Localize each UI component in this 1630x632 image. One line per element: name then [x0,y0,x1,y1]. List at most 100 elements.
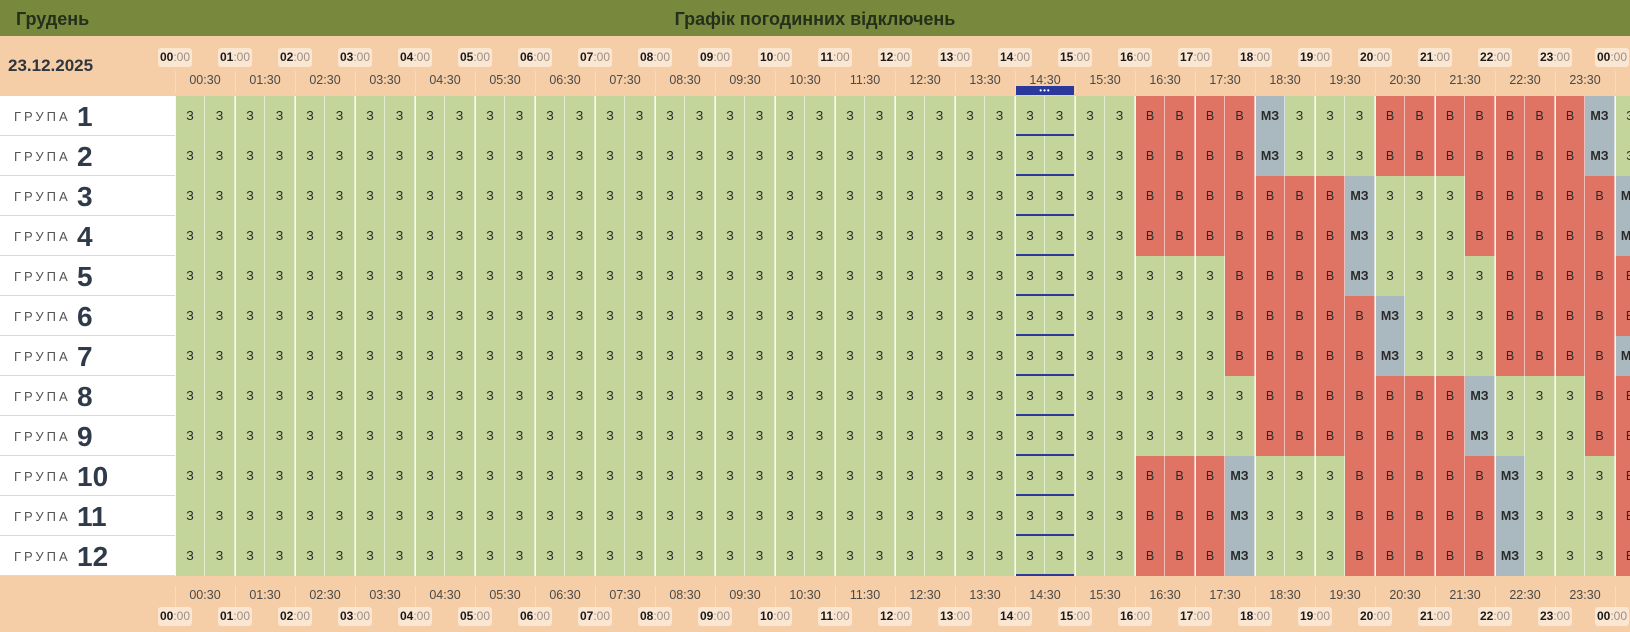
slot-cell-off: В [1375,456,1405,496]
slot-cell-on: З [775,136,805,176]
group-word: ГРУПА [14,469,71,484]
slot-cell-on: З [805,216,835,256]
slot-cell-on: З [235,336,265,376]
slot-cell-on: З [595,296,625,336]
slot-cell-on: З [895,496,925,536]
bottom-halfhour-label: 23:30 [1569,588,1601,602]
slot-cell-off: В [1135,176,1165,216]
slot-cell-on: З [1405,296,1435,336]
slot-cell-on: З [745,296,775,336]
group-row: ГРУПА 12 З З З З З З З З З З З З З З З З З З З З З З З З З З З З З З З З В… [0,536,1630,576]
slot-cell-on: З [205,256,235,296]
slot-cell-off: В [1525,336,1555,376]
slot-cell-on: З [895,216,925,256]
current-time-marker [1016,494,1074,496]
slot-cell-on: З [925,176,955,216]
slot-cell-on: З [1165,336,1195,376]
slot-cell-off: В [1135,96,1165,136]
slot-cell-on: З [1345,136,1375,176]
slot-cell-on: З [1525,456,1555,496]
group-word: ГРУПА [14,549,71,564]
slot-cell-on: З [205,336,235,376]
slot-cell-on: З [355,216,385,256]
slot-cell-on: З [925,536,955,576]
slot-cell-on: З [1105,376,1135,416]
slot-cell-on: З [505,256,535,296]
top-hour-label: 21:00 [1418,48,1452,67]
slot-cell-on: З [955,336,985,376]
slot-cell-on: З [775,336,805,376]
slot-cell-on: З [1075,136,1105,176]
slot-cell-on: З [535,176,565,216]
slot-cell-on: З [175,176,205,216]
slot-cell-off: В [1405,136,1435,176]
slot-cell-on: З [175,496,205,536]
slot-cell-on: З [1015,496,1045,536]
scale-divider [1555,586,1556,608]
slot-cell-off: В [1165,216,1195,256]
top-hour-label: 03:00 [338,48,372,67]
top-hour-label: 15:00 [1058,48,1092,67]
slot-cell-on: З [295,496,325,536]
slot-cell-off: В [1615,296,1630,336]
slot-cell-on: З [1015,296,1045,336]
slot-cell-on: З [1015,456,1045,496]
slot-cell-on: З [295,416,325,456]
slot-cell-on: З [295,176,325,216]
slot-cell-on: З [835,216,865,256]
slot-cell-on: З [415,496,445,536]
slot-cell-on: З [1075,456,1105,496]
slot-cell-off: В [1435,496,1465,536]
slot-cell-on: З [355,136,385,176]
slot-cell-on: З [1555,496,1585,536]
slot-cell-on: З [595,336,625,376]
scale-divider [1255,586,1256,608]
group-label: ГРУПА 4 [0,216,175,256]
slot-cell-on: З [415,216,445,256]
top-hour-label: 08:00 [638,48,672,67]
slot-cell-on: З [205,96,235,136]
slot-cell-off: В [1195,536,1225,576]
slot-cell-off: В [1495,96,1525,136]
slot-cell-on: З [745,136,775,176]
slot-cell-on: З [1225,416,1255,456]
slot-cell-on: З [835,416,865,456]
slot-cell-on: З [1075,416,1105,456]
slot-cell-on: З [1465,256,1495,296]
slot-cell-on: З [475,336,505,376]
slot-cell-on: З [985,296,1015,336]
slot-cell-on: З [955,216,985,256]
slot-cell-on: З [535,536,565,576]
slot-cell-on: З [235,96,265,136]
slot-cell-on: З [715,216,745,256]
slot-cell-on: З [1045,336,1075,376]
slot-cell-on: З [1075,96,1105,136]
slot-cell-on: З [1285,496,1315,536]
slot-cell-on: З [1465,296,1495,336]
slot-cell-on: З [685,296,715,336]
slot-cell-on: З [1015,256,1045,296]
slot-cell-on: З [235,136,265,176]
bottom-halfhour-label: 01:30 [249,588,281,602]
slot-cell-off: В [1525,296,1555,336]
group-number: 6 [77,301,93,332]
slot-cell-on: З [1105,496,1135,536]
scale-divider [1555,71,1556,93]
slot-cell-on: З [685,256,715,296]
slot-cell-on: З [1495,376,1525,416]
slot-cell-maybe: МЗ [1465,416,1495,456]
slot-cell-on: З [925,96,955,136]
slot-cell-on: З [415,376,445,416]
slot-cell-off: В [1375,496,1405,536]
scale-divider [835,586,836,608]
slot-cell-on: З [925,216,955,256]
slot-cell-on: З [385,456,415,496]
top-halfhour-label: 02:30 [309,73,341,87]
slot-cell-on: З [235,296,265,336]
slot-cell-on: З [205,216,235,256]
slot-cell-on: З [685,216,715,256]
group-label: ГРУПА 5 [0,256,175,296]
slot-cell-on: З [1555,536,1585,576]
slot-cell-on: З [1495,416,1525,456]
slot-cell-on: З [1405,256,1435,296]
